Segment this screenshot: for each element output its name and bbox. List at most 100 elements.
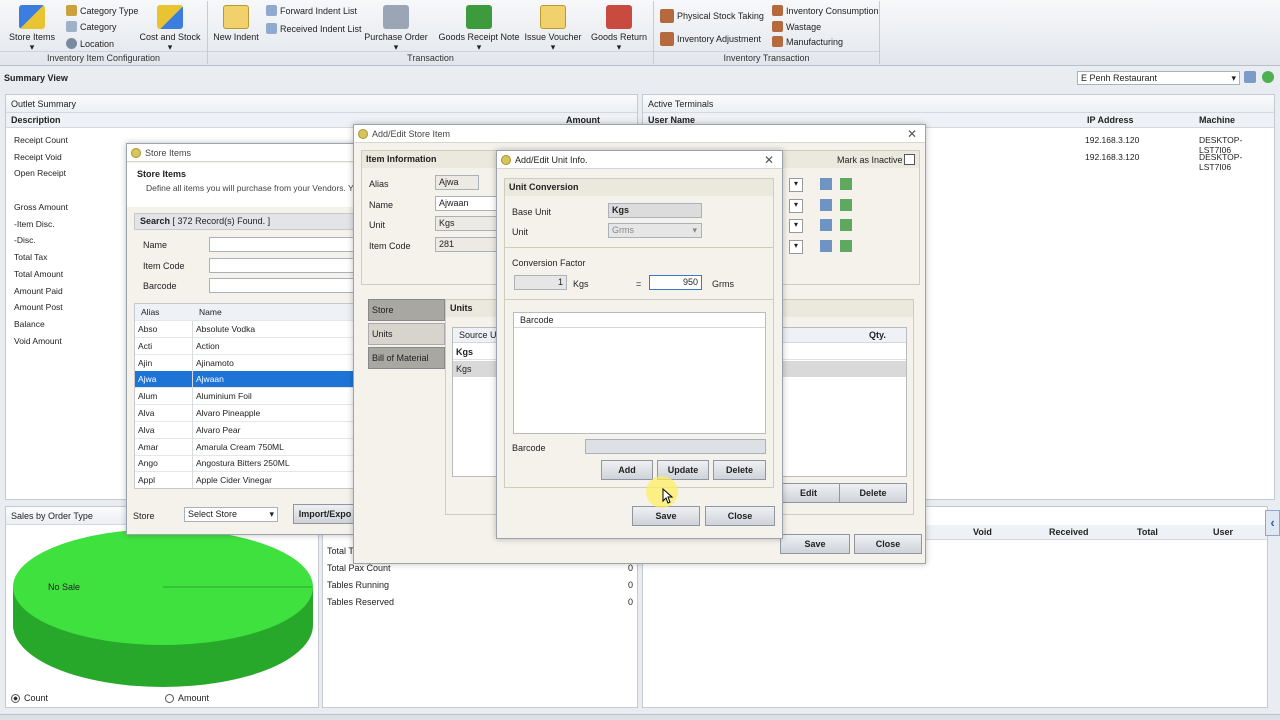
table-row[interactable]: Acti Action [135,337,356,355]
radio-unselected-icon [165,693,174,703]
search-item-code-input[interactable] [209,258,357,273]
factor-right-unit: Grms [712,279,734,289]
table-row[interactable]: Alum Aluminium Foil [135,388,356,406]
tab-store[interactable]: Store [368,299,445,321]
outlet-summary-title: Outlet Summary [6,95,637,113]
alias-cell: Alva [138,424,155,435]
issue-voucher-button[interactable]: Issue Voucher ▾ [522,5,584,53]
chevron-down-icon[interactable]: ▾ [789,178,803,192]
base-unit-input[interactable]: Kgs [608,203,702,218]
received-indent-icon [266,23,277,34]
forward-indent-list-button[interactable]: Forward Indent List [266,5,357,16]
table-row[interactable]: Ajin Ajinamoto [135,354,356,372]
no-sale-label: No Sale [48,582,80,592]
mark-inactive-checkbox[interactable] [904,154,915,165]
wastage-icon [772,21,783,32]
inventory-adjustment-button[interactable]: Inventory Adjustment [660,32,761,46]
search-name-input[interactable] [209,237,357,252]
stock-taking-icon [660,9,674,23]
select-store-dropdown[interactable]: Select Store ▾ [184,507,278,522]
barcode-label: Barcode [143,281,177,291]
delete-unit-button[interactable]: Delete [839,483,907,503]
table-row[interactable]: Alva Alvaro Pear [135,421,356,439]
factor-right-input[interactable]: 950 [649,275,702,290]
name-label: Name [143,240,168,250]
total-pax-count-value: 0 [628,563,634,573]
tab-bill-of-material[interactable]: Bill of Material [368,347,445,369]
factor-left-unit: Kgs [573,279,589,289]
factor-left-input[interactable]: 1 [514,275,567,290]
name-cell: Amarula Cream 750ML [196,441,284,452]
add-barcode-button[interactable]: Add [601,460,653,480]
close-icon[interactable]: ✕ [764,151,774,169]
add-icon[interactable] [840,240,852,252]
category-type-button[interactable]: Category Type [66,5,138,16]
purchase-order-button[interactable]: Purchase Order ▾ [362,5,430,53]
total-pax-count-label: Total Pax Count [327,563,391,573]
settings-icon[interactable] [1244,71,1256,83]
unit-label: Unit [512,227,529,237]
search-barcode-input[interactable] [209,278,357,293]
delete-barcode-button[interactable]: Delete [713,460,766,480]
item-code-input[interactable]: 281 [435,237,505,252]
name-cell: Absolute Vodka [196,324,256,334]
received-indent-list-button[interactable]: Received Indent List [266,23,362,34]
inventory-consumption-button[interactable]: Inventory Consumption [772,5,879,16]
equals-sign: = [636,279,642,289]
grid-header-row: Alias Name [135,304,356,321]
side-expand-button[interactable]: ‹ [1265,510,1280,536]
location-button[interactable]: Location [66,38,114,49]
manufacturing-button[interactable]: Manufacturing [772,36,843,47]
count-radio[interactable]: Count [11,693,48,703]
list-icon[interactable] [820,199,832,211]
close-item-button[interactable]: Close [854,534,922,554]
refresh-icon[interactable] [1262,71,1274,83]
table-row[interactable]: Ango Angostura Bitters 250ML [135,455,356,473]
tables-reserved-label: Tables Reserved [327,597,395,607]
table-row[interactable]: Appl Apple Cider Vinegar [135,472,356,488]
chevron-down-icon[interactable]: ▾ [789,240,803,254]
terminal-ip: 192.168.3.120 [1085,135,1140,145]
category-type-icon [66,5,77,16]
goods-receipt-note-button[interactable]: Goods Receipt Note ▾ [436,5,522,53]
chevron-down-icon[interactable]: ▾ [789,219,803,233]
add-icon[interactable] [840,199,852,211]
table-row[interactable]: Alva Alvaro Pineapple [135,405,356,422]
import-export-button[interactable]: Import/Expo [293,504,357,524]
category-button[interactable]: Category [66,21,117,32]
chevron-down-icon[interactable]: ▾ [789,199,803,213]
close-icon[interactable]: ✕ [907,125,917,143]
name-input[interactable]: Ajwaan [435,196,505,211]
wastage-button[interactable]: Wastage [772,21,821,32]
store-items-button[interactable]: Store Items ▾ [6,5,58,53]
outlet-select[interactable]: E Penh Restaurant ▾ [1077,71,1240,85]
cost-and-stock-button[interactable]: Cost and Stock ▾ [136,5,204,53]
table-row[interactable]: Ajwa Ajwaan [135,371,356,389]
alias-cell: Ajwa [138,374,157,385]
new-indent-button[interactable]: New Indent [212,5,260,42]
add-icon[interactable] [840,219,852,231]
barcode-input[interactable] [585,439,766,454]
list-icon[interactable] [820,178,832,190]
store-label: Store [133,511,155,521]
save-unit-button[interactable]: Save [632,506,700,526]
cost-and-stock-icon [157,5,183,29]
unit-input[interactable]: Kgs [435,216,505,231]
amount-radio[interactable]: Amount [165,693,209,703]
close-unit-button[interactable]: Close [705,506,775,526]
edit-unit-button[interactable]: Edit [776,483,841,503]
table-row[interactable]: Amar Amarula Cream 750ML [135,438,356,456]
table-row[interactable]: Abso Absolute Vodka [135,321,356,338]
alias-input[interactable]: Ajwa [435,175,479,190]
column-separator [192,421,193,439]
unit-select[interactable]: Grms ▾ [608,223,702,238]
list-icon[interactable] [820,219,832,231]
list-icon[interactable] [820,240,832,252]
add-icon[interactable] [840,178,852,190]
goods-return-icon [606,5,632,29]
goods-return-button[interactable]: Goods Return ▾ [588,5,650,53]
tab-units[interactable]: Units [368,323,445,345]
save-item-button[interactable]: Save [780,534,850,554]
physical-stock-taking-button[interactable]: Physical Stock Taking [660,9,764,23]
divider [505,299,773,300]
